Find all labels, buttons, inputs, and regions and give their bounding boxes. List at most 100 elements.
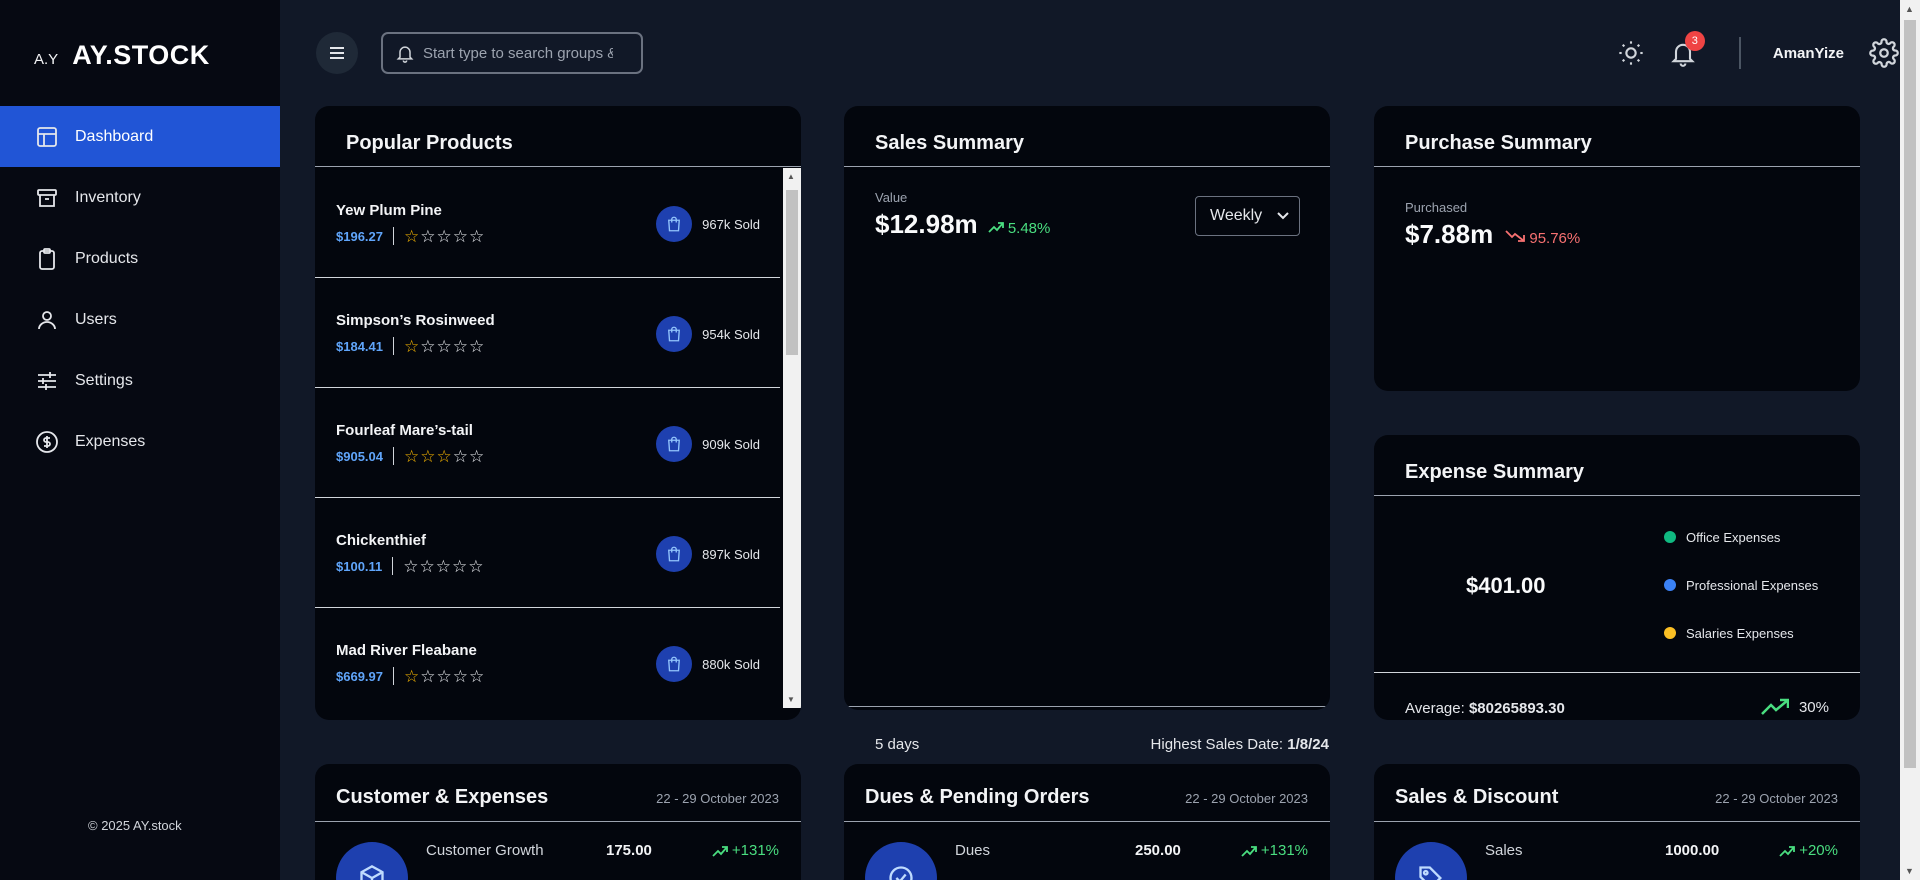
search-box[interactable] [381,32,643,74]
scroll-up-arrow[interactable]: ▲ [787,172,795,181]
layout-icon [37,126,57,147]
card-divider [315,166,801,167]
card-divider [1374,166,1860,167]
sold-info: 967k Sold [656,206,760,242]
star-filled-icon: ☆ [404,446,420,466]
sidebar-item-dashboard[interactable]: Dashboard [0,106,280,167]
sold-info: 880k Sold [656,646,760,682]
scroll-up-arrow[interactable]: ▲ [1905,4,1914,14]
sidebar-item-settings[interactable]: Settings [0,350,280,411]
separator [393,337,394,355]
legend-item: Salaries Expenses [1664,609,1818,657]
settings-button[interactable] [1868,37,1900,69]
bell-icon [396,46,414,63]
star-empty-icon: ☆ [436,666,452,686]
star-empty-icon: ☆ [452,666,468,686]
product-list[interactable]: Yew Plum Pine $196.27 ☆ ☆ ☆ ☆ ☆ 967k Sold Si… [315,168,780,708]
archive-icon [37,188,57,207]
card-divider [1374,821,1860,822]
logo-mark: A.Y [34,51,59,68]
page-scrollbar[interactable]: ▲ ▼ [1900,0,1920,880]
legend-dot [1664,531,1676,543]
dollar-circle-icon [36,430,58,453]
sidebar-item-label: Products [75,249,139,267]
scrollbar-thumb[interactable] [1904,20,1916,768]
star-empty-icon: ☆ [403,556,419,576]
metric-row: Dues 250.00 +131% [955,842,1308,859]
legend-dot [1664,627,1676,639]
sold-info: 897k Sold [656,536,760,572]
search-input[interactable] [423,44,613,62]
expense-average: Average: $80265893.30 [1405,700,1565,717]
sliders-icon [38,371,56,390]
product-list-scrollbar[interactable]: ▲ ▼ [783,168,801,708]
separator [393,447,394,465]
scroll-down-arrow[interactable]: ▼ [787,695,795,704]
period-select[interactable]: Weekly [1195,196,1300,236]
main-content: 3 AmanYize Popular Products Yew Plum Pin… [280,0,1900,880]
legend-item: Professional Expenses [1664,561,1818,609]
star-filled-icon: ☆ [404,666,420,686]
product-item[interactable]: Chickenthief $100.11 ☆ ☆ ☆ ☆ ☆ 897k Sold [315,498,780,608]
card-divider [844,166,1330,167]
logo[interactable]: A.Y AY.STOCK [34,40,210,71]
popular-products-card: Popular Products Yew Plum Pine $196.27 ☆… [315,106,801,720]
card-divider [844,821,1330,822]
topbar-divider [1738,37,1741,69]
rating-stars: ☆ ☆ ☆ ☆ ☆ [404,448,484,465]
rating-stars: ☆ ☆ ☆ ☆ ☆ [404,338,484,355]
notifications-button[interactable]: 3 [1667,31,1705,69]
product-price: $196.27 [336,228,383,244]
expense-change-value: 30% [1798,698,1829,716]
product-item[interactable]: Fourleaf Mare’s-tail $905.04 ☆ ☆ ☆ ☆ ☆ 909k … [315,388,780,498]
logo-text: AY.STOCK [72,40,210,70]
trending-up-icon [988,222,1004,233]
tag-icon [1395,842,1467,880]
notification-badge: 3 [1684,31,1705,51]
menu-toggle-button[interactable] [316,32,358,74]
product-price: $184.41 [336,338,383,354]
highest-sales-date: 1/8/24 [1287,736,1329,753]
sidebar-item-inventory[interactable]: Inventory [0,167,280,228]
product-item[interactable]: Mad River Fleabane $669.97 ☆ ☆ ☆ ☆ ☆ 880k So… [315,608,780,708]
purchased-label: Purchased [1405,200,1468,215]
product-price: $100.11 [336,558,383,574]
product-price: $905.04 [336,448,383,464]
sidebar-item-users[interactable]: Users [0,289,280,350]
date-range: 22 - 29 October 2023 [1185,791,1308,806]
purchase-value: $7.88m [1405,219,1494,249]
username[interactable]: AmanYize [1773,45,1844,62]
purchase-summary-card: Purchase Summary Purchased $7.88m 95.76% [1374,106,1860,391]
legend-label: Office Expenses [1686,529,1781,545]
legend-item: Office Expenses [1664,513,1818,561]
product-item[interactable]: Simpson’s Rosinweed $184.41 ☆ ☆ ☆ ☆ ☆ 954k S… [315,278,780,388]
star-filled-icon: ☆ [436,446,452,466]
sidebar: A.Y AY.STOCK Dashboard Inventory Product… [0,0,280,880]
legend-dot [1664,579,1676,591]
check-circle-icon [865,842,937,880]
sold-count: 909k Sold [702,436,760,452]
scroll-down-arrow[interactable]: ▼ [1905,866,1914,876]
star-empty-icon: ☆ [469,666,485,686]
shopping-bag-icon [656,316,693,352]
rating-stars: ☆ ☆ ☆ ☆ ☆ [404,668,484,685]
star-empty-icon: ☆ [436,336,452,356]
date-range: 22 - 29 October 2023 [656,791,779,806]
star-filled-icon: ☆ [404,226,420,246]
sales-change-value: 5.48% [1007,220,1051,237]
star-empty-icon: ☆ [420,666,436,686]
sales-change: 5.48% [988,220,1051,237]
date-range: 22 - 29 October 2023 [1715,791,1838,806]
scrollbar-thumb[interactable] [786,190,798,355]
sold-info: 954k Sold [656,316,760,352]
clipboard-icon [39,247,55,270]
theme-toggle-button[interactable] [1615,37,1647,69]
sidebar-item-products[interactable]: Products [0,228,280,289]
metric-label: Dues [955,842,991,859]
card-divider [315,821,801,822]
expense-total: $401.00 [1466,573,1546,598]
trending-up-icon [1761,698,1789,715]
product-item[interactable]: Yew Plum Pine $196.27 ☆ ☆ ☆ ☆ ☆ 967k Sold [315,168,780,278]
star-filled-icon: ☆ [404,336,420,356]
sidebar-item-expenses[interactable]: Expenses [0,411,280,472]
